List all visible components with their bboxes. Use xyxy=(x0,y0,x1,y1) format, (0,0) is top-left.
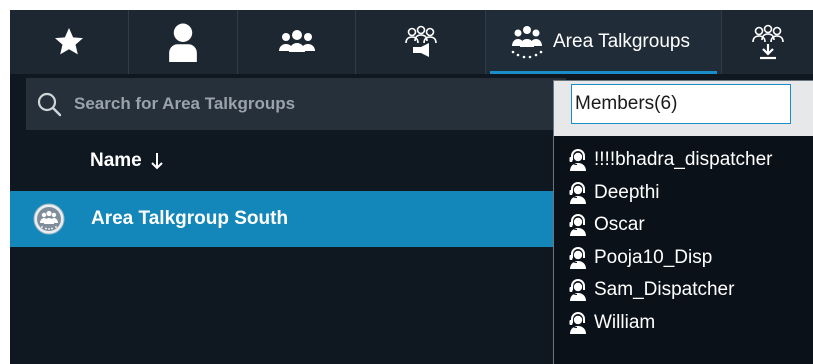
list-item[interactable]: Deepthi xyxy=(554,177,813,210)
search-bar xyxy=(26,78,566,130)
search-icon xyxy=(37,92,62,117)
member-name: Deepthi xyxy=(594,181,660,203)
import-group-icon xyxy=(751,24,784,60)
arrow-down-icon xyxy=(151,153,163,170)
dispatcher-icon xyxy=(569,214,586,237)
list-item[interactable]: !!!!bhadra_dispatcher xyxy=(554,144,813,177)
row-name: Area Talkgroup South xyxy=(91,208,289,229)
name-column-header[interactable]: Name xyxy=(90,150,164,172)
member-name: Pooja10_Disp xyxy=(594,246,713,268)
user-icon xyxy=(169,23,197,62)
tab-broadcast-groups[interactable] xyxy=(356,10,486,74)
star-icon xyxy=(55,28,83,55)
dispatcher-icon xyxy=(569,149,586,172)
members-list: !!!!bhadra_dispatcher Deepthi Oscar Pooj… xyxy=(554,136,813,339)
tab-favorites[interactable] xyxy=(10,10,129,74)
members-title: Members(6) xyxy=(575,93,678,114)
member-name: Sam_Dispatcher xyxy=(594,279,735,301)
tab-area-talkgroups-label: Area Talkgroups xyxy=(553,31,690,52)
member-name: William xyxy=(594,311,656,333)
dispatcher-icon xyxy=(569,181,586,204)
tab-import-groups[interactable] xyxy=(722,10,813,74)
tab-bar: Area Talkgroups xyxy=(10,10,813,74)
active-tab-indicator xyxy=(490,71,717,74)
dispatcher-icon xyxy=(569,246,586,269)
list-item[interactable]: William xyxy=(554,307,813,340)
member-name: !!!!bhadra_dispatcher xyxy=(594,149,773,171)
dispatcher-icon xyxy=(569,279,586,302)
members-popup: Members(6) !!!!bhadra_dispatcher Deepthi… xyxy=(553,80,813,364)
broadcast-group-icon xyxy=(404,25,437,57)
list-item[interactable]: Sam_Dispatcher xyxy=(554,274,813,307)
tab-users[interactable] xyxy=(129,10,238,74)
tab-area-talkgroups[interactable]: Area Talkgroups xyxy=(486,10,722,74)
group-icon xyxy=(278,30,315,52)
members-title-box: Members(6) xyxy=(571,84,791,124)
members-header: Members(6) xyxy=(554,81,813,136)
area-talkgroup-avatar-icon xyxy=(33,203,65,235)
dispatcher-icon xyxy=(569,311,586,334)
name-column-label: Name xyxy=(90,150,142,171)
tab-groups[interactable] xyxy=(238,10,356,74)
list-item[interactable]: Oscar xyxy=(554,209,813,242)
member-name: Oscar xyxy=(594,214,645,236)
list-item[interactable]: Pooja10_Disp xyxy=(554,242,813,275)
search-input[interactable] xyxy=(74,94,554,114)
app-window: Area Talkgroups Search for Area Talkgrou… xyxy=(10,10,813,364)
area-talkgroup-icon xyxy=(511,26,543,59)
